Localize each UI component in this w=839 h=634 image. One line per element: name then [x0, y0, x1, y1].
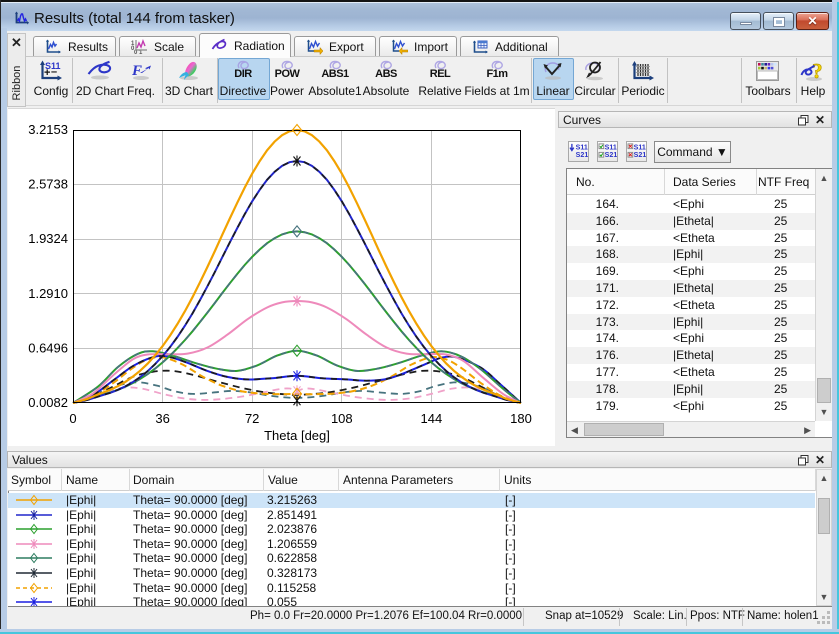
svg-text:ABS: ABS [375, 68, 397, 80]
svg-text:0.6496: 0.6496 [28, 340, 68, 355]
svg-text:Theta [deg]: Theta [deg] [264, 428, 330, 443]
svg-text:F: F [131, 63, 142, 79]
svg-text:1.9324: 1.9324 [28, 231, 68, 246]
svg-text:2.5738: 2.5738 [28, 177, 68, 192]
svg-text:36: 36 [155, 411, 169, 426]
svg-text:S21: S21 [576, 151, 588, 159]
svg-text:S21: S21 [605, 151, 617, 159]
svg-text:0 1: 0 1 [134, 50, 143, 55]
svg-text:S21: S21 [634, 151, 646, 159]
svg-text:0.0082: 0.0082 [28, 395, 68, 410]
svg-text:3.2153: 3.2153 [28, 122, 68, 137]
svg-text:108: 108 [331, 411, 353, 426]
svg-text:+: + [44, 67, 50, 79]
svg-text:180: 180 [510, 411, 532, 426]
svg-text:144: 144 [421, 411, 443, 426]
svg-text:?: ? [812, 60, 823, 82]
svg-text:1.2910: 1.2910 [28, 286, 68, 301]
svg-text:0: 0 [69, 411, 76, 426]
svg-text:72: 72 [245, 411, 259, 426]
svg-text:DIR: DIR [234, 68, 252, 80]
svg-text:F1m: F1m [486, 68, 508, 80]
